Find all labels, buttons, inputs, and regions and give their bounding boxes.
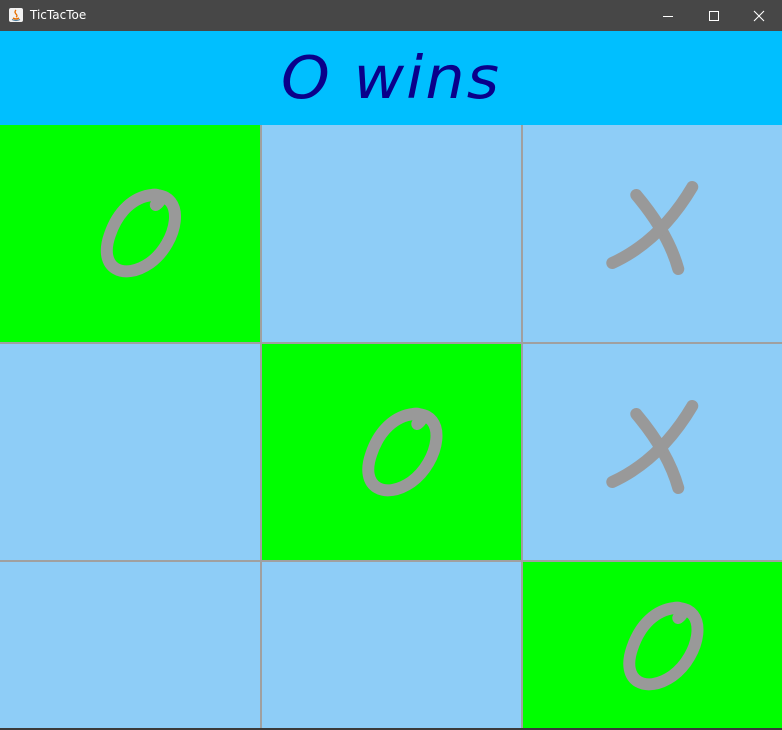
board-cell-1-0[interactable] [0, 344, 260, 560]
game-board [0, 125, 782, 730]
close-icon [753, 10, 765, 21]
board-cell-2-2[interactable] [523, 562, 782, 730]
o-mark-icon [100, 188, 181, 278]
app-window: TicTacToe O wins [0, 0, 782, 730]
o-mark-icon [362, 407, 443, 497]
board-cell-1-1[interactable] [262, 344, 521, 560]
close-button[interactable] [736, 0, 782, 31]
minimize-button[interactable] [645, 0, 691, 31]
board-cell-0-2[interactable] [523, 125, 782, 342]
title-bar[interactable]: TicTacToe [0, 0, 782, 31]
minimize-icon [663, 15, 673, 17]
board-cell-0-1[interactable] [262, 125, 521, 342]
board-cell-0-0[interactable] [0, 125, 260, 342]
board-cell-2-0[interactable] [0, 562, 260, 730]
status-banner: O wins [0, 31, 782, 125]
java-icon [9, 8, 23, 22]
maximize-icon [709, 10, 719, 21]
board-cell-1-2[interactable] [523, 344, 782, 560]
x-mark-icon [606, 400, 699, 494]
o-mark-icon [623, 601, 704, 691]
board-cell-2-1[interactable] [262, 562, 521, 730]
status-text: O wins [280, 42, 502, 113]
maximize-button[interactable] [691, 0, 737, 31]
window-title: TicTacToe [30, 8, 87, 22]
x-mark-icon [606, 181, 699, 275]
